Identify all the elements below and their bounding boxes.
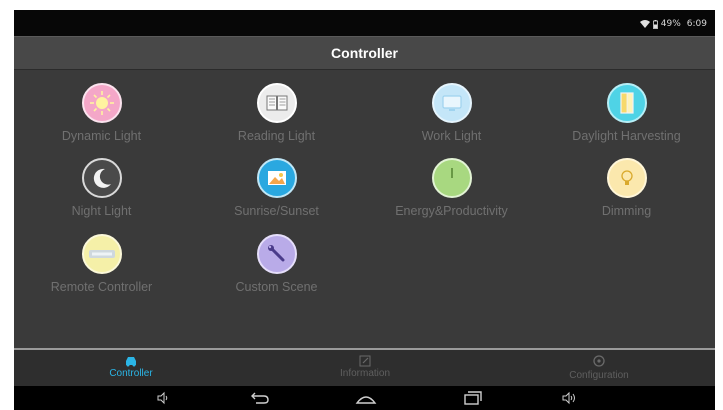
gear-icon [593, 355, 605, 367]
sun-icon [81, 83, 122, 123]
tile-reading-light[interactable]: Reading Light [189, 83, 364, 143]
tab-information[interactable]: Information [248, 350, 482, 386]
device-screen: 49% 6:09 Controller Dynamic Light Readin… [14, 10, 715, 410]
tile-label: Work Light [421, 129, 482, 143]
car-icon [126, 357, 136, 367]
clock-icon [431, 158, 472, 198]
volume-up-icon[interactable] [557, 390, 581, 406]
status-bar: 49% 6:09 [14, 10, 715, 36]
tile-sunrise-sunset[interactable]: Sunrise/Sunset [189, 158, 364, 218]
tab-controller[interactable]: Controller [14, 350, 248, 386]
tile-label: Remote Controller [50, 280, 153, 294]
battery-level: 49% [660, 19, 681, 29]
bulb-icon [606, 158, 647, 198]
wrench-icon [256, 234, 297, 274]
wifi-icon [639, 20, 650, 28]
tile-label: Reading Light [237, 129, 316, 143]
book-icon [256, 83, 297, 123]
tile-label: Energy&Productivity [395, 204, 508, 218]
page-title: Controller [331, 45, 398, 61]
tab-configuration[interactable]: Configuration [482, 350, 715, 386]
controller-grid: Dynamic Light Reading Light Work Light D… [14, 70, 715, 348]
edit-icon [359, 355, 371, 367]
tile-label: Night Light [71, 204, 132, 218]
bottom-navigation: Controller Information Configuration [14, 348, 715, 386]
tile-daylight-harvesting[interactable]: Daylight Harvesting [539, 83, 714, 143]
system-navigation-bar [14, 386, 715, 410]
window-icon [606, 83, 647, 123]
remote-icon [81, 234, 122, 274]
back-icon[interactable] [247, 390, 271, 406]
tile-energy-productivity[interactable]: Energy&Productivity [364, 158, 539, 218]
tile-work-light[interactable]: Work Light [364, 83, 539, 143]
tab-label: Configuration [569, 370, 629, 381]
tile-night-light[interactable]: Night Light [14, 158, 189, 218]
tile-remote-controller[interactable]: Remote Controller [14, 234, 189, 294]
tile-label: Sunrise/Sunset [234, 204, 319, 218]
status-indicators: 49% 6:09 [639, 19, 707, 29]
tile-label: Dimming [601, 204, 652, 218]
tile-label: Custom Scene [235, 280, 318, 294]
recent-apps-icon[interactable] [460, 390, 484, 406]
tab-label: Information [339, 368, 391, 379]
sunrise-icon [256, 158, 297, 198]
tile-label: Dynamic Light [61, 129, 142, 143]
clock: 6:09 [686, 19, 707, 29]
tile-dimming[interactable]: Dimming [539, 158, 714, 218]
tile-dynamic-light[interactable]: Dynamic Light [14, 83, 189, 143]
home-icon[interactable] [354, 390, 378, 406]
monitor-icon [431, 83, 472, 123]
volume-down-icon[interactable] [150, 390, 174, 406]
battery-icon [652, 19, 658, 29]
app-bar: Controller [14, 36, 715, 70]
tile-label: Daylight Harvesting [572, 129, 681, 143]
tile-custom-scene[interactable]: Custom Scene [189, 234, 364, 294]
tab-label: Controller [109, 368, 153, 379]
moon-icon [81, 158, 122, 198]
